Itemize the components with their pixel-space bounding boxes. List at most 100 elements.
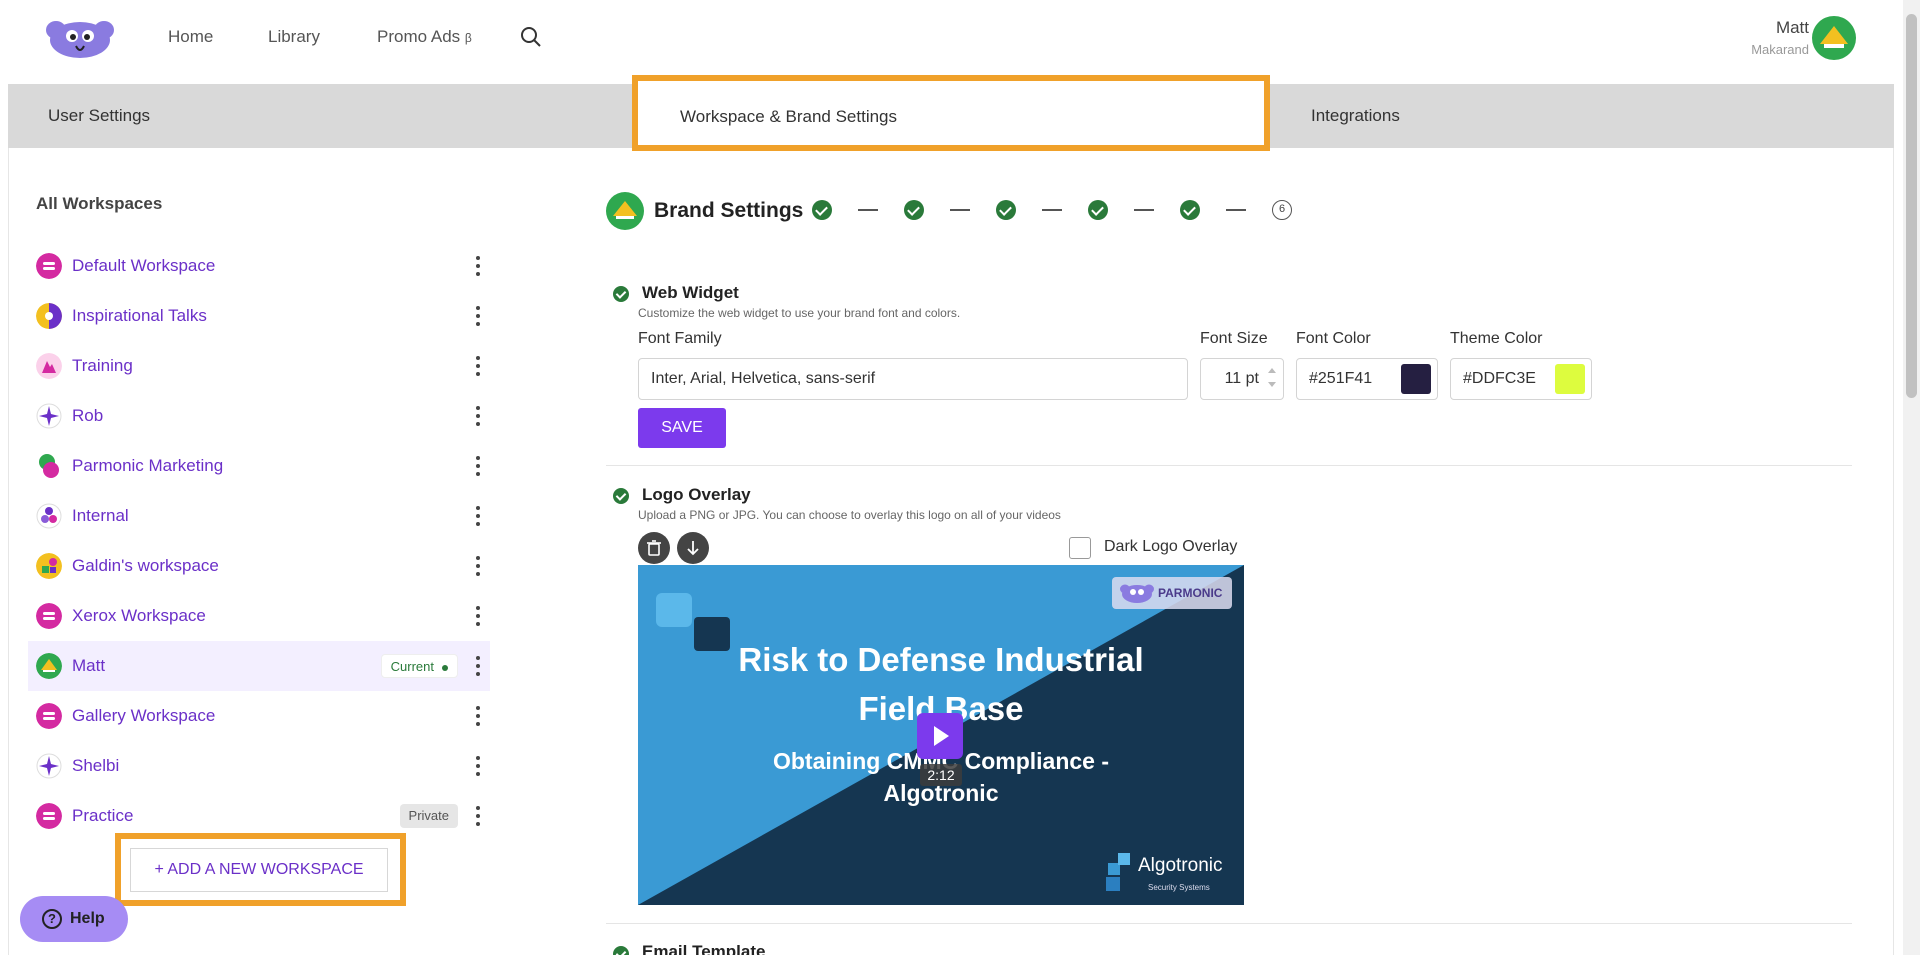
step-connector [1226,209,1246,211]
workspace-row-internal[interactable]: Internal [28,491,490,541]
web-widget-title: Web Widget [642,283,739,302]
workspace-avatar-yellow-shapes-icon [36,553,62,579]
help-button[interactable]: ? Help [20,896,128,942]
top-navbar: Home Library Promo Ads β Matt Makarand [0,0,1920,76]
workspace-label[interactable]: Gallery Workspace [72,706,215,726]
workspace-label[interactable]: Default Workspace [72,256,215,276]
parmonic-watermark-logo: PARMONIC [1112,577,1232,609]
workspace-row-xerox[interactable]: Xerox Workspace [28,591,490,641]
nav-promo-ads[interactable]: Promo Ads β [377,27,472,47]
logo-overlay-description: Upload a PNG or JPG. You can choose to o… [638,508,1061,522]
font-color-swatch[interactable] [1401,364,1431,394]
email-template-title: Email Template [642,942,766,955]
workspace-row-parmonic-marketing[interactable]: Parmonic Marketing [28,441,490,491]
workspace-label[interactable]: Inspirational Talks [72,306,207,326]
more-options-icon[interactable] [474,804,482,828]
add-workspace-button[interactable]: + ADD A NEW WORKSPACE [130,848,388,892]
workspace-row-gallery[interactable]: Gallery Workspace [28,691,490,741]
user-subtitle: Makarand [1751,42,1809,57]
section-complete-icon [613,488,629,504]
download-logo-button[interactable] [677,532,709,564]
step-complete-icon[interactable] [904,200,924,220]
font-size-stepper[interactable] [1268,365,1276,395]
workspace-avatar-magenta-icon [36,253,62,279]
page-scrollbar[interactable] [1903,0,1920,955]
workspace-label[interactable]: Parmonic Marketing [72,456,223,476]
more-options-icon[interactable] [474,354,482,378]
workspace-row-matt[interactable]: Matt Current [28,641,490,691]
workspace-list: Default Workspace Inspirational Talks Tr… [28,241,490,841]
algotronic-logo-subtext: Security Systems [1148,883,1210,892]
scrollbar-thumb[interactable] [1906,14,1917,398]
user-avatar[interactable] [1812,16,1856,60]
play-button[interactable] [917,713,963,759]
more-options-icon[interactable] [474,704,482,728]
workspace-row-training[interactable]: Training [28,341,490,391]
workspace-row-default[interactable]: Default Workspace [28,241,490,291]
workspace-avatar-purple-dots-icon [36,503,62,529]
web-widget-description: Customize the web widget to use your bra… [638,306,961,320]
user-name[interactable]: Matt [1776,18,1809,38]
nav-home[interactable]: Home [168,27,213,47]
workspace-label[interactable]: Training [72,356,133,376]
more-options-icon[interactable] [474,654,482,678]
workspace-label[interactable]: Matt [72,656,105,676]
parmonic-elephant-logo[interactable] [46,16,114,60]
font-family-input[interactable]: Inter, Arial, Helvetica, sans-serif [638,358,1188,400]
save-button[interactable]: SAVE [638,408,726,448]
tab-user-settings[interactable]: User Settings [48,84,150,148]
workspace-avatar-magenta-icon [36,803,62,829]
video-duration: 2:12 [920,764,962,786]
tab-integrations[interactable]: Integrations [1311,84,1400,148]
step-complete-icon[interactable] [1180,200,1200,220]
video-preview[interactable]: PARMONIC Risk to Defense Industrial Fiel… [638,565,1244,905]
workspace-label[interactable]: Galdin's workspace [72,556,219,576]
more-options-icon[interactable] [474,304,482,328]
workspace-label[interactable]: Shelbi [72,756,119,776]
more-options-icon[interactable] [474,604,482,628]
algotronic-logo-text: Algotronic [1138,855,1223,876]
workspace-avatar-purple-star-icon [36,753,62,779]
workspace-avatar-pink-mountain-icon [36,353,62,379]
workspace-label[interactable]: Rob [72,406,103,426]
trash-icon [647,540,661,556]
workspace-row-inspirational-talks[interactable]: Inspirational Talks [28,291,490,341]
font-size-label: Font Size [1200,330,1268,347]
workspace-label[interactable]: Xerox Workspace [72,606,206,626]
step-complete-icon[interactable] [812,200,832,220]
workspace-avatar-magenta-icon [36,703,62,729]
nav-library[interactable]: Library [268,27,320,47]
video-title-line1: Risk to Defense Industrial [738,641,1144,678]
stepper-up-icon[interactable] [1268,368,1276,373]
more-options-icon[interactable] [474,554,482,578]
step-complete-icon[interactable] [996,200,1016,220]
delete-logo-button[interactable] [638,532,670,564]
stepper-down-icon[interactable] [1268,382,1276,387]
theme-color-label: Theme Color [1450,330,1543,347]
search-icon[interactable] [520,26,542,48]
more-options-icon[interactable] [474,254,482,278]
workspace-row-shelbi[interactable]: Shelbi [28,741,490,791]
step-6-indicator[interactable]: 6 [1272,200,1292,220]
font-color-label: Font Color [1296,330,1371,347]
more-options-icon[interactable] [474,754,482,778]
more-options-icon[interactable] [474,404,482,428]
elephant-icon [1120,584,1154,603]
dark-logo-overlay-checkbox[interactable] [1069,537,1091,559]
section-complete-icon [613,946,629,955]
step-connector [1042,209,1062,211]
more-options-icon[interactable] [474,504,482,528]
theme-color-swatch[interactable] [1555,364,1585,394]
workspace-label[interactable]: Practice [72,806,133,826]
tab-workspace-brand-settings[interactable]: Workspace & Brand Settings [632,75,1270,151]
more-options-icon[interactable] [474,454,482,478]
workspaces-heading: All Workspaces [36,194,163,213]
step-complete-icon[interactable] [1088,200,1108,220]
workspace-row-galdins[interactable]: Galdin's workspace [28,541,490,591]
workspace-row-rob[interactable]: Rob [28,391,490,441]
arrow-up-icon [613,201,637,219]
step-connector [950,209,970,211]
help-label: Help [70,910,105,927]
workspace-label[interactable]: Internal [72,506,129,526]
font-family-label: Font Family [638,330,722,347]
